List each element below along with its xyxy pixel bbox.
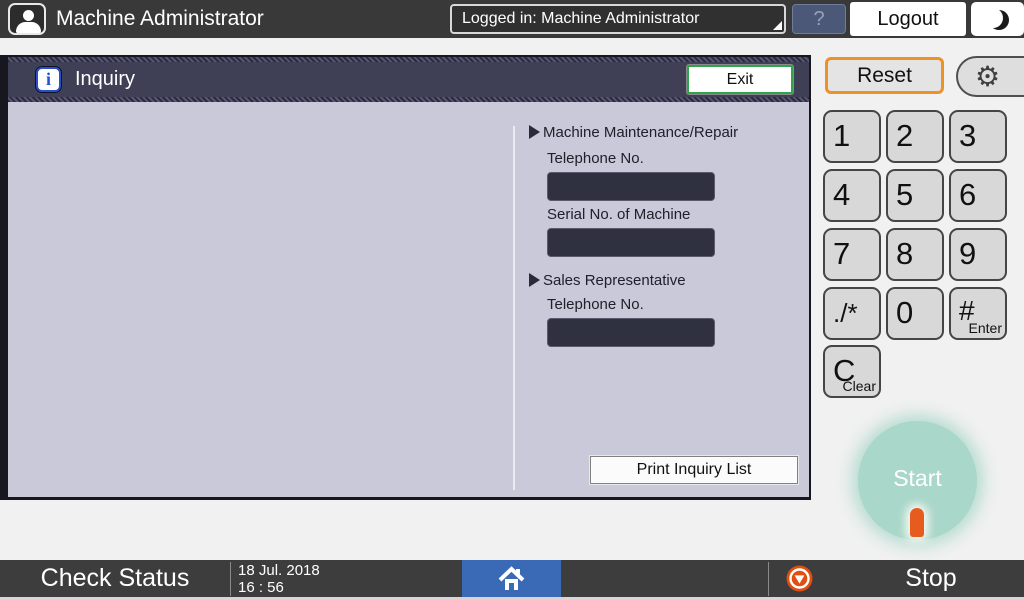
keypad-0[interactable]: 0 [886, 287, 944, 340]
keypad-dot-slash-star[interactable]: ./* [823, 287, 881, 340]
keypad-3[interactable]: 3 [949, 110, 1007, 163]
keypad-6[interactable]: 6 [949, 169, 1007, 222]
keypad-clear[interactable]: C Clear [823, 345, 881, 398]
arrow-right-icon [529, 125, 540, 139]
serial-number-value [547, 228, 715, 257]
start-indicator-light [910, 508, 924, 537]
date-label: 18 Jul. 2018 [238, 562, 320, 579]
logout-button[interactable]: Logout [850, 2, 966, 36]
dropdown-corner-icon [773, 21, 782, 30]
login-status-dropdown[interactable]: Logged in: Machine Administrator [450, 4, 786, 34]
keypad-4[interactable]: 4 [823, 169, 881, 222]
stop-icon [786, 565, 813, 592]
panel-title: Inquiry [75, 57, 135, 102]
keypad-enter[interactable]: # Enter [949, 287, 1007, 340]
keypad-2[interactable]: 2 [886, 110, 944, 163]
start-button[interactable]: Start [858, 421, 977, 540]
time-label: 16 : 56 [238, 579, 320, 596]
maintenance-telephone-value [547, 172, 715, 201]
moon-icon [983, 8, 1003, 28]
check-status-button[interactable]: Check Status [0, 560, 230, 597]
field-label-maintenance: Machine Maintenance/Repair [529, 124, 738, 141]
keypad-1[interactable]: 1 [823, 110, 881, 163]
top-bar: Machine Administrator Logged in: Machine… [0, 0, 1024, 38]
keypad-8[interactable]: 8 [886, 228, 944, 281]
settings-button[interactable]: ⚙ [956, 56, 1024, 97]
field-label-serial: Serial No. of Machine [547, 206, 690, 223]
field-label-sales: Sales Representative [529, 272, 686, 289]
help-button[interactable]: ? [792, 4, 846, 34]
start-label: Start [858, 465, 977, 492]
print-inquiry-list-button[interactable]: Print Inquiry List [590, 456, 798, 484]
keypad-7[interactable]: 7 [823, 228, 881, 281]
energy-saver-button[interactable] [971, 2, 1024, 36]
inquiry-panel-content: Machine Maintenance/Repair Telephone No.… [8, 102, 809, 497]
vertical-divider [513, 126, 515, 490]
stop-button[interactable]: Stop [769, 560, 1024, 597]
info-icon: i [36, 67, 61, 92]
field-label-sales-line2: Telephone No. [547, 296, 644, 313]
home-icon [498, 565, 525, 592]
login-status-label: Logged in: Machine Administrator [462, 10, 699, 27]
keypad-5[interactable]: 5 [886, 169, 944, 222]
user-icon [8, 3, 46, 35]
page-title: Machine Administrator [56, 0, 264, 38]
field-label-maintenance-line2: Telephone No. [547, 150, 644, 167]
stop-label: Stop [886, 560, 976, 597]
sales-telephone-value [547, 318, 715, 347]
inquiry-panel: i Inquiry Exit Machine Maintenance/Repai… [0, 55, 811, 500]
gear-icon: ⚙ [975, 60, 1000, 94]
inquiry-panel-header: i Inquiry Exit [8, 57, 809, 102]
home-button[interactable] [462, 560, 561, 597]
user-head-icon [23, 10, 34, 21]
user-shoulders-icon [16, 22, 41, 33]
exit-button[interactable]: Exit [687, 65, 793, 94]
bottom-bar-divider [230, 562, 231, 596]
reset-button[interactable]: Reset [825, 57, 944, 94]
keypad-9[interactable]: 9 [949, 228, 1007, 281]
arrow-right-icon [529, 273, 540, 287]
datetime-display: 18 Jul. 2018 16 : 56 [238, 562, 320, 596]
